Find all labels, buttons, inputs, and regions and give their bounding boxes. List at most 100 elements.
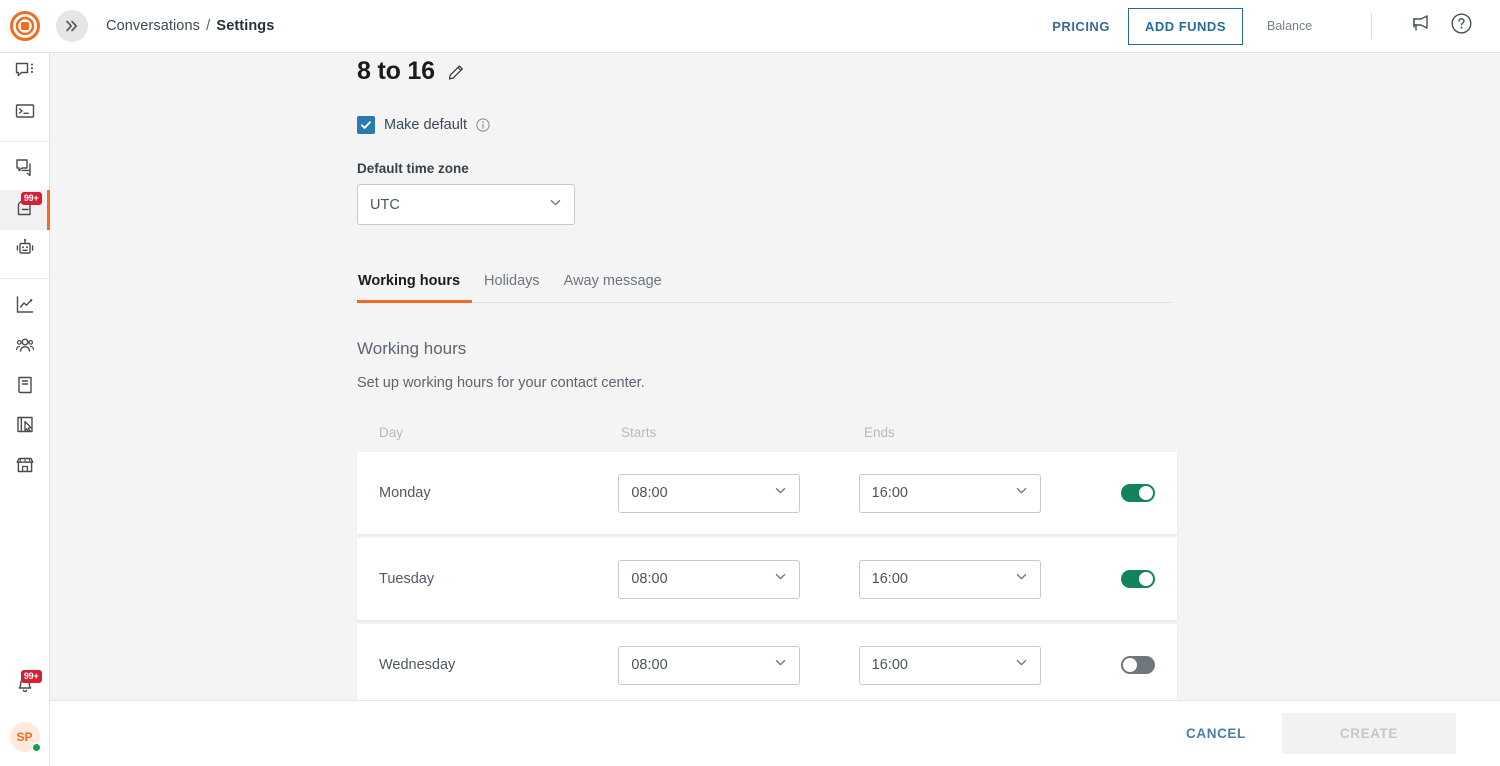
balance-block: Balance bbox=[1267, 19, 1327, 33]
main-content: 8 to 16 Make default bbox=[50, 53, 1500, 700]
end-time-select[interactable]: 16:00 bbox=[859, 474, 1041, 513]
start-time-value: 08:00 bbox=[631, 571, 667, 587]
day-enabled-toggle[interactable] bbox=[1121, 570, 1155, 588]
rail-divider-1 bbox=[0, 141, 50, 142]
make-default-checkbox[interactable] bbox=[357, 116, 375, 134]
notifications-badge: 99+ bbox=[21, 670, 42, 683]
pricing-link[interactable]: PRICING bbox=[1038, 9, 1124, 44]
sidebar-item-inbox[interactable]: 99+ bbox=[0, 190, 50, 230]
start-time-value: 08:00 bbox=[631, 657, 667, 673]
rail-group-bottom: 99+ SP bbox=[0, 668, 50, 766]
sidebar-item-terminal[interactable] bbox=[0, 93, 50, 133]
tab-holidays[interactable]: Holidays bbox=[472, 273, 552, 302]
avatar[interactable]: SP bbox=[10, 722, 40, 752]
avatar-online-status-dot bbox=[32, 743, 41, 752]
top-bar-divider bbox=[1371, 13, 1372, 39]
sidebar-item-marketplace[interactable] bbox=[0, 447, 50, 487]
table-row: Monday 08:00 16:00 bbox=[357, 452, 1177, 534]
chat-menu-icon bbox=[14, 60, 36, 87]
help-button[interactable] bbox=[1444, 9, 1478, 43]
row-toggle-cell bbox=[1099, 484, 1155, 502]
cancel-button[interactable]: CANCEL bbox=[1164, 714, 1268, 753]
team-icon bbox=[14, 334, 36, 361]
day-enabled-toggle[interactable] bbox=[1121, 656, 1155, 674]
conversations-copy-icon bbox=[14, 157, 36, 184]
sidebar-item-team[interactable] bbox=[0, 327, 50, 367]
sidebar-item-conversations[interactable] bbox=[0, 150, 50, 190]
end-time-value: 16:00 bbox=[872, 657, 908, 673]
create-button[interactable]: CREATE bbox=[1282, 713, 1456, 754]
start-time-value: 08:00 bbox=[631, 485, 667, 501]
tab-working-hours[interactable]: Working hours bbox=[357, 273, 472, 302]
table-row: Wednesday 08:00 16:00 bbox=[357, 624, 1177, 700]
sidebar-item-bots[interactable] bbox=[0, 230, 50, 270]
end-time-value: 16:00 bbox=[872, 485, 908, 501]
rail-group-primary bbox=[0, 53, 50, 133]
logo-container[interactable] bbox=[0, 11, 50, 41]
documents-icon bbox=[14, 374, 36, 401]
toggle-knob bbox=[1139, 486, 1153, 500]
row-day-label: Wednesday bbox=[379, 657, 618, 673]
row-toggle-cell bbox=[1099, 570, 1155, 588]
sidebar-item-click-target[interactable] bbox=[0, 407, 50, 447]
announcements-button[interactable] bbox=[1404, 9, 1438, 43]
end-time-select[interactable]: 16:00 bbox=[859, 646, 1041, 685]
column-header-day: Day bbox=[379, 425, 621, 440]
breadcrumb-parent[interactable]: Conversations bbox=[106, 18, 200, 34]
info-icon[interactable] bbox=[476, 118, 490, 132]
breadcrumb: Conversations / Settings bbox=[106, 18, 274, 34]
settings-panel: 8 to 16 Make default bbox=[50, 53, 1500, 700]
breadcrumb-current: Settings bbox=[216, 18, 274, 34]
app-root: Conversations / Settings PRICING ADD FUN… bbox=[0, 0, 1500, 766]
top-bar-actions: PRICING ADD FUNDS Balance bbox=[1038, 0, 1500, 53]
rail-divider-2 bbox=[0, 278, 50, 279]
row-day-label: Monday bbox=[379, 485, 618, 501]
pencil-icon[interactable] bbox=[447, 62, 466, 81]
analytics-icon bbox=[14, 294, 36, 321]
chevron-down-icon bbox=[773, 655, 788, 675]
marketplace-icon bbox=[14, 454, 36, 481]
rail-group-tools bbox=[0, 287, 50, 487]
tab-away-message[interactable]: Away message bbox=[552, 273, 674, 302]
sidebar-item-documents[interactable] bbox=[0, 367, 50, 407]
column-header-ends: Ends bbox=[864, 425, 1107, 440]
form-action-bar: CANCEL CREATE bbox=[50, 700, 1500, 766]
balance-label: Balance bbox=[1267, 19, 1327, 33]
day-enabled-toggle[interactable] bbox=[1121, 484, 1155, 502]
terminal-icon bbox=[14, 100, 36, 127]
sidebar-item-analytics[interactable] bbox=[0, 287, 50, 327]
chevron-down-icon bbox=[1014, 483, 1029, 503]
row-toggle-cell bbox=[1099, 656, 1155, 674]
make-default-row: Make default bbox=[357, 116, 1500, 134]
row-end-cell: 16:00 bbox=[859, 646, 1099, 685]
row-start-cell: 08:00 bbox=[618, 474, 858, 513]
add-funds-button[interactable]: ADD FUNDS bbox=[1128, 8, 1243, 45]
end-time-select[interactable]: 16:00 bbox=[859, 560, 1041, 599]
timezone-value: UTC bbox=[370, 197, 400, 213]
timezone-label: Default time zone bbox=[357, 161, 1500, 176]
start-time-select[interactable]: 08:00 bbox=[618, 646, 800, 685]
start-time-select[interactable]: 08:00 bbox=[618, 560, 800, 599]
chevron-down-icon bbox=[1014, 655, 1029, 675]
toggle-knob bbox=[1139, 572, 1153, 586]
chevron-down-icon bbox=[548, 195, 563, 215]
sidebar-collapse-button[interactable] bbox=[56, 10, 88, 42]
settings-tabs: Working hours Holidays Away message bbox=[357, 273, 1172, 303]
help-circle-icon bbox=[1450, 12, 1473, 40]
breadcrumb-separator: / bbox=[204, 18, 212, 34]
start-time-select[interactable]: 08:00 bbox=[618, 474, 800, 513]
bot-icon bbox=[14, 237, 36, 264]
rail-group-conversations: 99+ bbox=[0, 150, 50, 270]
notifications-button[interactable]: 99+ bbox=[0, 668, 50, 708]
chevron-down-icon bbox=[773, 483, 788, 503]
timezone-select[interactable]: UTC bbox=[357, 184, 575, 225]
top-bar: Conversations / Settings PRICING ADD FUN… bbox=[0, 0, 1500, 53]
sidebar-item-chat-menu[interactable] bbox=[0, 53, 50, 93]
chevron-down-icon bbox=[773, 569, 788, 589]
row-start-cell: 08:00 bbox=[618, 646, 858, 685]
chevron-down-icon bbox=[1014, 569, 1029, 589]
toggle-knob bbox=[1123, 658, 1137, 672]
click-target-icon bbox=[14, 414, 36, 441]
working-hours-table: Day Starts Ends Monday 08:00 bbox=[357, 425, 1177, 700]
megaphone-icon bbox=[1410, 13, 1432, 40]
